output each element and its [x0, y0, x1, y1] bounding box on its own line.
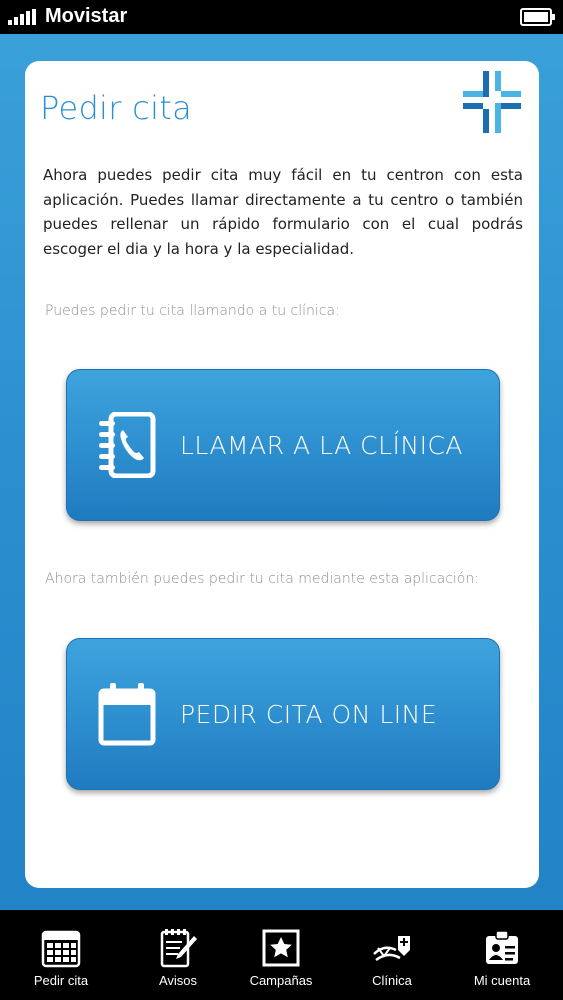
tab-label: Campañas: [249, 973, 313, 988]
phone-book-icon: [99, 412, 156, 478]
calendar-grid-icon: [41, 930, 81, 968]
online-appointment-button[interactable]: PEDIR CITA ON LINE: [66, 638, 500, 790]
notepad-pencil-icon: [160, 929, 197, 968]
tab-campanas[interactable]: Campañas: [225, 910, 337, 1000]
page-title: Pedir cita: [40, 89, 193, 127]
tab-pedir-cita[interactable]: Pedir cita: [5, 910, 117, 1000]
medical-cross-logo: [463, 71, 521, 133]
call-hint: Puedes pedir tu cita llamando a tu clíni…: [45, 303, 340, 319]
tab-label: Mi cuenta: [473, 973, 531, 988]
content-card: Pedir cita Ahora puedes pedir cita muy f…: [25, 61, 539, 888]
online-hint: Ahora también puedes pedir tu cita media…: [45, 571, 479, 587]
tab-mi-cuenta[interactable]: Mi cuenta: [446, 910, 558, 1000]
tab-label: Pedir cita: [33, 973, 89, 988]
tab-avisos[interactable]: Avisos: [122, 910, 234, 1000]
signal-bars-icon: [8, 9, 36, 25]
battery-icon: [520, 8, 555, 26]
id-badge-icon: [486, 930, 518, 964]
call-clinic-button[interactable]: LLAMAR A LA CLÍNICA: [66, 369, 500, 521]
tab-clinica[interactable]: Clínica: [336, 910, 448, 1000]
star-frame-icon: [262, 929, 300, 967]
tab-label: Clínica: [372, 973, 412, 988]
clinic-icon: [373, 936, 410, 962]
tab-bar: Pedir cita Avisos Campañas Clínica Mi cu…: [0, 910, 563, 1000]
tab-label: Avisos: [158, 973, 198, 988]
intro-text: Ahora puedes pedir cita muy fácil en tu …: [43, 166, 523, 258]
calendar-icon: [98, 683, 156, 746]
online-appointment-label: PEDIR CITA ON LINE: [180, 700, 438, 729]
call-clinic-label: LLAMAR A LA CLÍNICA: [180, 431, 464, 460]
status-bar: Movistar: [0, 0, 563, 34]
carrier-name: Movistar: [45, 5, 128, 27]
